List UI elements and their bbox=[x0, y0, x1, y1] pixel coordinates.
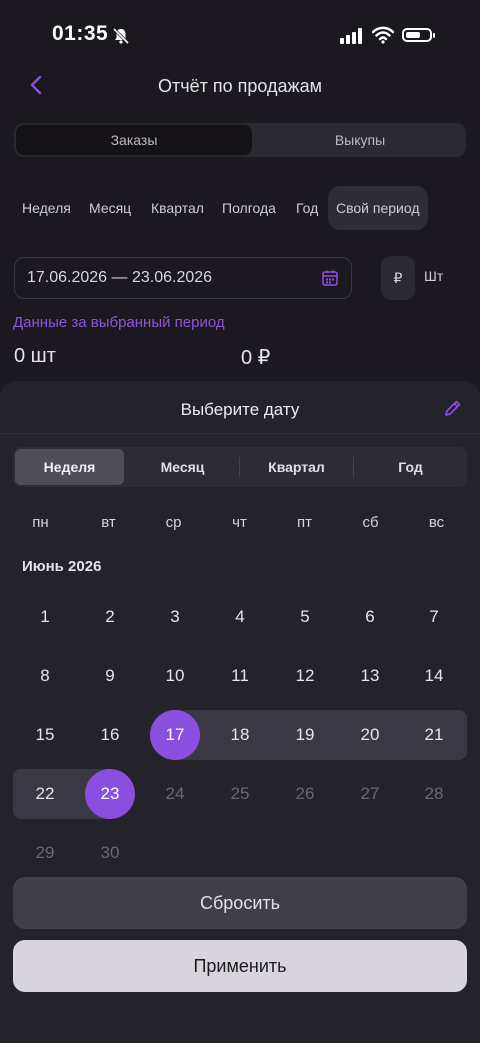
period-quarter[interactable]: Квартал bbox=[151, 186, 204, 230]
calendar-day[interactable]: 9 bbox=[85, 651, 135, 701]
stat-count: 0 шт bbox=[14, 345, 56, 367]
picker-tab-year[interactable]: Год bbox=[354, 447, 467, 487]
calendar-day[interactable]: 7 bbox=[409, 592, 459, 642]
order-type-segmented: Заказы Выкупы bbox=[14, 123, 466, 157]
calendar-day-selected[interactable]: 17 bbox=[150, 710, 200, 760]
calendar-day[interactable]: 15 bbox=[20, 710, 70, 760]
period-month[interactable]: Месяц bbox=[89, 186, 131, 230]
weekday-label: чт bbox=[232, 514, 247, 531]
month-label: Июнь 2026 bbox=[22, 558, 102, 575]
calendar-day[interactable]: 14 bbox=[409, 651, 459, 701]
calendar-day[interactable]: 29 bbox=[20, 828, 70, 878]
calendar-day[interactable]: 3 bbox=[150, 592, 200, 642]
wifi-icon bbox=[372, 26, 394, 44]
weekday-label: пт bbox=[297, 514, 312, 531]
calendar-day[interactable]: 2 bbox=[85, 592, 135, 642]
calendar-day[interactable]: 12 bbox=[280, 651, 330, 701]
calendar-day[interactable]: 19 bbox=[280, 710, 330, 760]
calendar-day[interactable]: 10 bbox=[150, 651, 200, 701]
picker-tab-month[interactable]: Месяц bbox=[126, 447, 239, 487]
period-week[interactable]: Неделя bbox=[22, 186, 71, 230]
date-range-value: 17.06.2026 — 23.06.2026 bbox=[27, 269, 213, 286]
sheet-title: Выберите дату bbox=[180, 400, 300, 419]
calendar-day[interactable]: 26 bbox=[280, 769, 330, 819]
calendar-day[interactable]: 24 bbox=[150, 769, 200, 819]
calendar-day-selected[interactable]: 23 bbox=[85, 769, 135, 819]
period-caption: Данные за выбранный период bbox=[13, 314, 225, 331]
battery-icon bbox=[402, 28, 435, 42]
picker-mode-segmented: Неделя Месяц Квартал Год bbox=[13, 447, 467, 487]
period-year[interactable]: Год bbox=[296, 186, 318, 230]
calendar-day[interactable]: 6 bbox=[345, 592, 395, 642]
apply-button[interactable]: Применить bbox=[13, 940, 467, 992]
calendar-day[interactable]: 13 bbox=[345, 651, 395, 701]
calendar-day[interactable]: 21 bbox=[409, 710, 459, 760]
weekday-label: сб bbox=[362, 514, 379, 531]
calendar-day[interactable]: 1 bbox=[20, 592, 70, 642]
weekday-label: вс bbox=[428, 514, 445, 531]
period-half-year[interactable]: Полгода bbox=[222, 186, 276, 230]
page-title: Отчёт по продажам bbox=[158, 76, 322, 96]
date-range-field[interactable]: 17.06.2026 — 23.06.2026 bbox=[14, 257, 352, 299]
date-picker-sheet: Выберите дату Неделя Месяц Квартал Год п… bbox=[0, 381, 480, 1043]
calendar-day[interactable]: 4 bbox=[215, 592, 265, 642]
calendar-day[interactable]: 18 bbox=[215, 710, 265, 760]
signal-icon bbox=[340, 28, 362, 44]
period-custom[interactable]: Свой период bbox=[328, 186, 428, 230]
calendar-day[interactable]: 28 bbox=[409, 769, 459, 819]
calendar-day[interactable]: 25 bbox=[215, 769, 265, 819]
calendar-day[interactable]: 11 bbox=[215, 651, 265, 701]
calendar-day[interactable]: 30 bbox=[85, 828, 135, 878]
picker-tab-quarter[interactable]: Квартал bbox=[240, 447, 353, 487]
tab-orders[interactable]: Заказы bbox=[16, 125, 252, 155]
weekday-label: ср bbox=[165, 514, 182, 531]
calendar-day[interactable]: 22 bbox=[20, 769, 70, 819]
currency-toggle[interactable]: ₽ bbox=[381, 256, 415, 300]
calendar-day[interactable]: 8 bbox=[20, 651, 70, 701]
calendar-day[interactable]: 20 bbox=[345, 710, 395, 760]
calendar-day[interactable]: 5 bbox=[280, 592, 330, 642]
reset-button[interactable]: Сбросить bbox=[13, 877, 467, 929]
stat-sum: 0 ₽ bbox=[241, 347, 271, 369]
tab-buyouts[interactable]: Выкупы bbox=[254, 123, 466, 157]
pieces-toggle[interactable]: Шт bbox=[424, 268, 443, 284]
status-time: 01:35 bbox=[52, 22, 109, 45]
weekday-label: пн bbox=[32, 514, 49, 531]
picker-tab-week[interactable]: Неделя bbox=[15, 449, 124, 485]
calendar-day[interactable]: 16 bbox=[85, 710, 135, 760]
period-selector: Неделя Месяц Квартал Полгода Год Свой пе… bbox=[0, 186, 480, 230]
weekday-label: вт bbox=[101, 514, 116, 531]
calendar-icon bbox=[322, 270, 338, 286]
calendar-day[interactable]: 27 bbox=[345, 769, 395, 819]
bell-muted-icon bbox=[112, 27, 130, 45]
sheet-divider bbox=[0, 433, 480, 434]
pencil-icon[interactable] bbox=[443, 398, 463, 418]
